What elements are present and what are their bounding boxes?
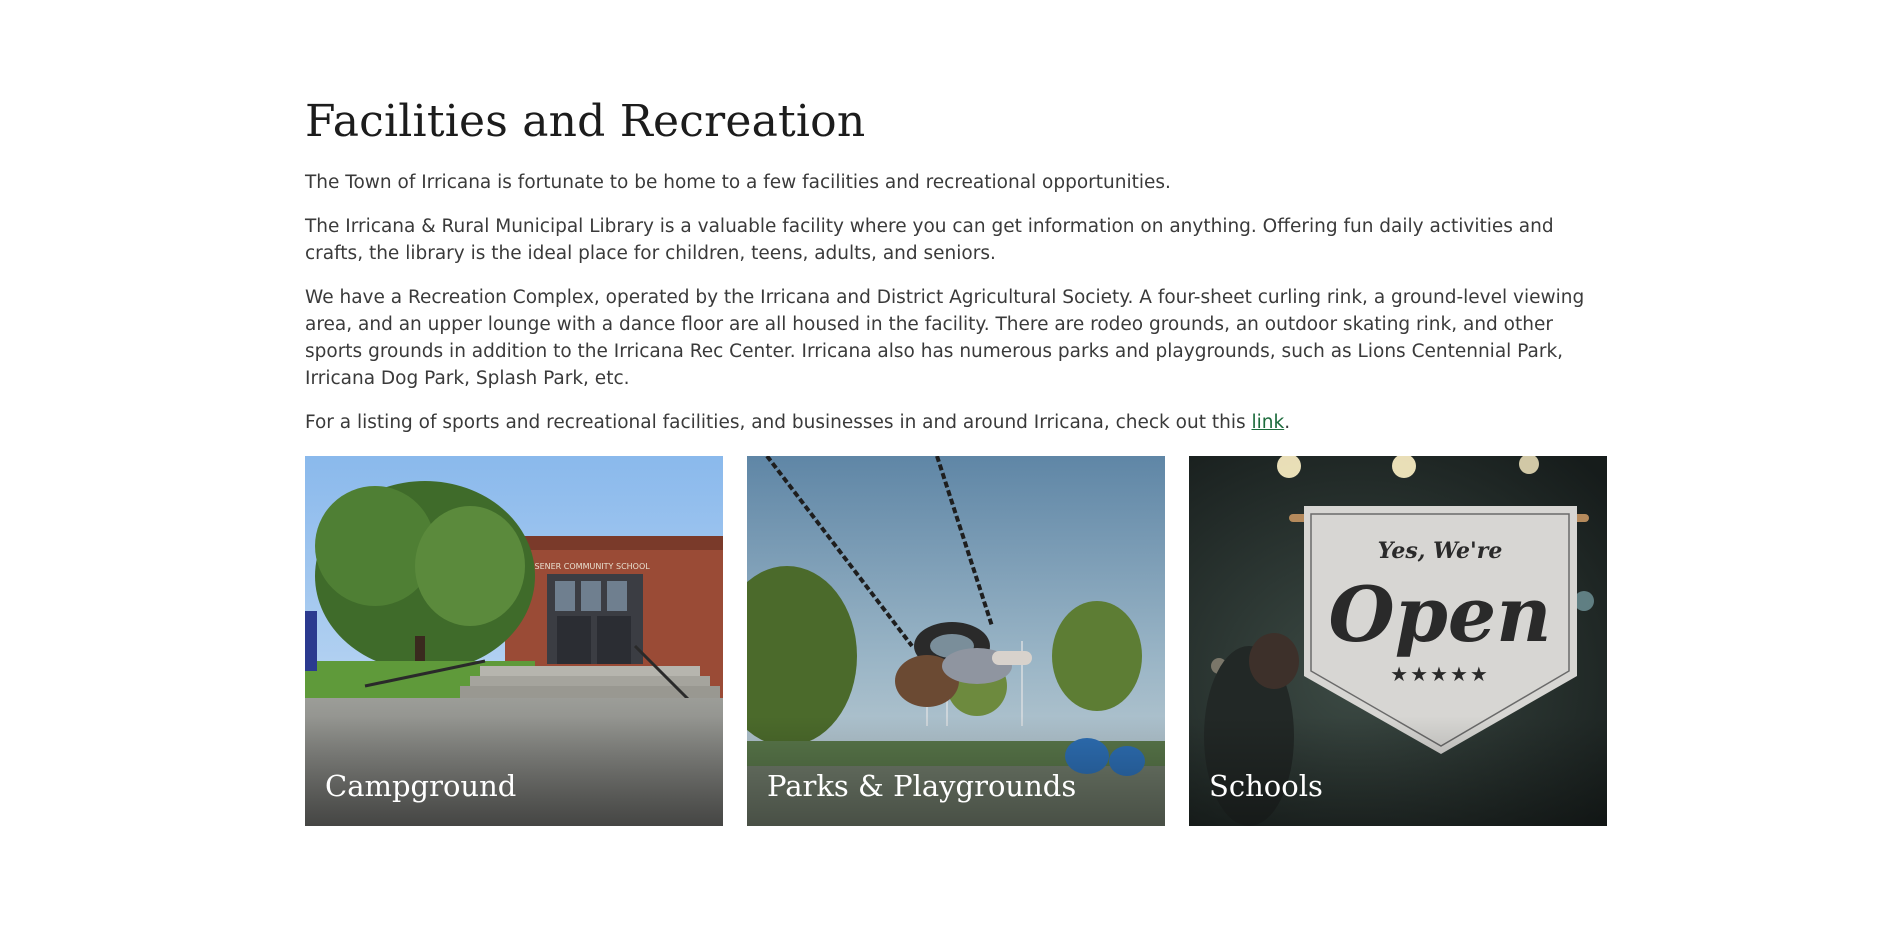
listing-paragraph: For a listing of sports and recreational… (305, 409, 1607, 436)
schools-label: Schools (1209, 769, 1323, 803)
schools-card[interactable]: Yes, We're Open ★★★★★ Schools (1189, 456, 1607, 826)
listing-period: . (1284, 412, 1291, 433)
parks-playgrounds-label: Parks & Playgrounds (767, 769, 1077, 803)
intro-paragraph: The Town of Irricana is fortunate to be … (305, 172, 1171, 193)
main-content: Facilities and Recreation The Town of Ir… (305, 92, 1607, 436)
school-sign-text: ELSENER COMMUNITY SCHOOL (525, 562, 650, 571)
listing-text: For a listing of sports and recreational… (305, 412, 1252, 433)
sign-stars: ★★★★★ (1390, 662, 1490, 686)
recreation-paragraph: We have a Recreation Complex, operated b… (305, 287, 1585, 389)
listing-link[interactable]: link (1251, 412, 1284, 433)
page: Facilities and Recreation The Town of Ir… (0, 0, 1901, 925)
parks-playgrounds-card[interactable]: Parks & Playgrounds (747, 456, 1165, 826)
campground-card[interactable]: ELSENER COMMUNITY SCHOOL Campground (305, 456, 723, 826)
library-paragraph: The Irricana & Rural Municipal Library i… (305, 216, 1554, 264)
facility-cards: ELSENER COMMUNITY SCHOOL Campground Park… (305, 456, 1607, 826)
campground-label: Campground (325, 769, 517, 803)
page-title: Facilities and Recreation (305, 96, 866, 147)
sign-line1: Yes, We're (1378, 538, 1503, 564)
sign-line2: Open (1329, 570, 1552, 659)
